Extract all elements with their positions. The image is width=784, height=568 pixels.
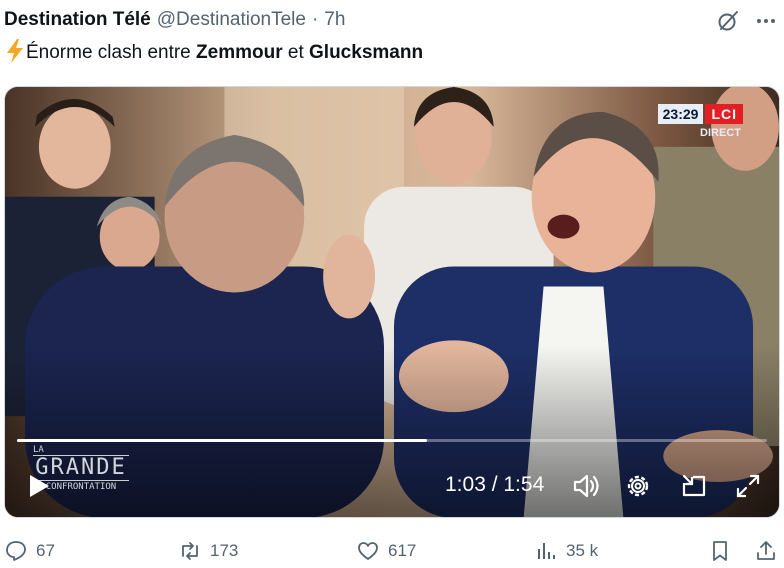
channel-badge: 23:29 LCI: [657, 104, 743, 124]
pip-icon[interactable]: [679, 471, 709, 501]
more-icon[interactable]: [754, 9, 778, 33]
separator-dot: ·: [311, 9, 319, 30]
progress-bar[interactable]: [17, 439, 767, 442]
show-logo-small: LA: [33, 445, 44, 455]
settings-icon[interactable]: [623, 471, 653, 501]
reply-button[interactable]: 67: [4, 536, 55, 566]
channel-logo: LCI: [705, 104, 743, 124]
tweet-header: Destination Télé @DestinationTele · 7h: [4, 6, 345, 34]
repost-icon: [182, 542, 198, 560]
tweet-text: Énorme clash entre Zemmour et Glucksmann: [4, 38, 423, 68]
views-count: 35 k: [566, 541, 599, 560]
bookmark-button[interactable]: [708, 536, 732, 566]
timestamp[interactable]: 7h: [324, 9, 345, 31]
live-label: DIRECT: [700, 127, 741, 139]
like-count: 617: [388, 541, 417, 560]
share-icon: [757, 541, 775, 560]
bookmark-icon: [713, 541, 727, 561]
video-player[interactable]: 23:29 LCI DIRECT LA GRANDE CONFRONTATION…: [4, 86, 780, 518]
like-button[interactable]: 617: [356, 536, 416, 566]
timecode: 1:03 / 1:54: [445, 473, 545, 496]
share-button[interactable]: [754, 536, 778, 566]
grok-icon[interactable]: [716, 9, 740, 33]
repost-count: 173: [210, 541, 239, 560]
lightning-icon: [7, 39, 23, 63]
author-name[interactable]: Destination Télé: [4, 9, 151, 31]
repost-button[interactable]: 173: [178, 536, 238, 566]
like-icon: [358, 542, 378, 560]
action-bar: 67 173 617 35 k: [0, 536, 784, 566]
tweet-name-1: Zemmour: [196, 42, 283, 63]
broadcast-clock: 23:29: [657, 104, 704, 124]
reply-count: 67: [36, 541, 55, 560]
reply-icon: [6, 541, 26, 561]
tweet-text-prefix: Énorme clash entre: [26, 42, 197, 63]
play-icon[interactable]: [23, 471, 53, 501]
fullscreen-icon[interactable]: [733, 471, 763, 501]
progress-fill: [17, 439, 428, 442]
tweet-text-middle: et: [282, 42, 310, 63]
volume-icon[interactable]: [571, 471, 601, 501]
author-handle[interactable]: @DestinationTele: [157, 9, 306, 31]
views-icon: [538, 543, 555, 559]
views-button[interactable]: 35 k: [534, 536, 598, 566]
tweet-name-2: Glucksmann: [309, 42, 424, 63]
